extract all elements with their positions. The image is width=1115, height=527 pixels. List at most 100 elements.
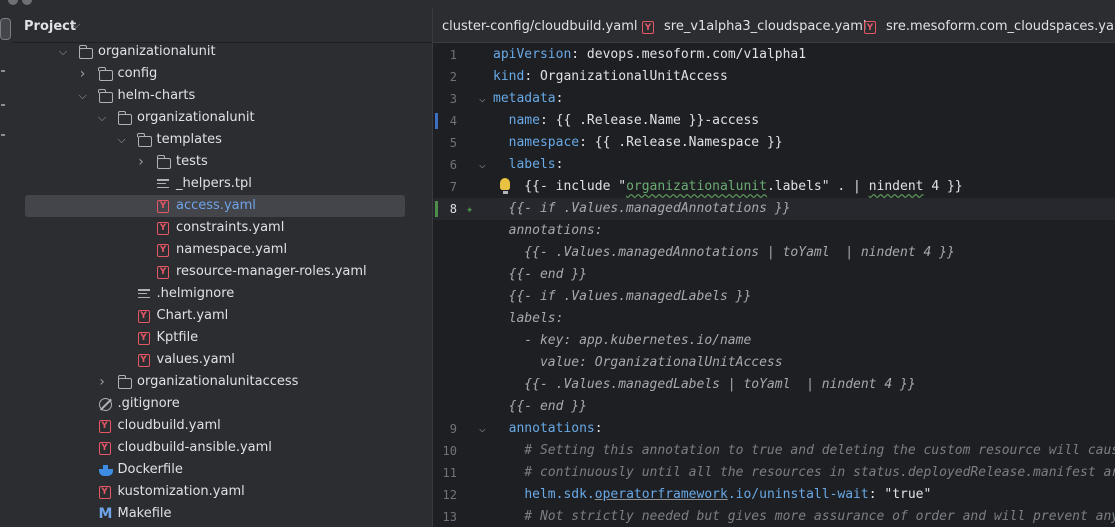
code-line[interactable]: 4 name: {{ .Release.Name }}-access xyxy=(433,110,1115,132)
line-number: 12 xyxy=(442,488,457,502)
code-line[interactable]: 2 kind: OrganizationalUnitAccess xyxy=(433,66,1115,88)
code-line[interactable]: ✦ 8 {{- if .Values.managedAnnotations }} xyxy=(433,198,1115,220)
code-line[interactable]: - key: app.kubernetes.io/name xyxy=(433,330,1115,352)
line-number: 4 xyxy=(449,114,457,128)
tree-item-label: organizationalunit xyxy=(137,110,255,125)
tree-item-label: Chart.yaml xyxy=(156,308,229,323)
chevron-down-icon[interactable]: ⌵ xyxy=(116,129,128,151)
editor-area: cluster-config/cloudbuild.yaml sre_v1alph… xyxy=(432,8,1115,527)
tree-folder-row[interactable]: › config xyxy=(12,63,432,85)
line-number: 8 xyxy=(449,202,457,216)
code-text: annotations: xyxy=(508,421,603,436)
project-tool-button[interactable] xyxy=(0,18,11,40)
code-text: kind: OrganizationalUnitAccess xyxy=(493,69,728,84)
code-line[interactable]: 1 apiVersion: devops.mesoform.com/v1alpha… xyxy=(433,44,1115,66)
folder-icon xyxy=(98,67,113,81)
chevron-right-icon[interactable]: › xyxy=(77,63,89,85)
code-line[interactable]: {{- end }} xyxy=(433,264,1115,286)
chevron-right-icon[interactable]: › xyxy=(96,371,108,393)
code-line[interactable]: 5 namespace: {{ .Release.Namespace }} xyxy=(433,132,1115,154)
tree-file-row[interactable]: namespace.yaml xyxy=(12,239,432,261)
tree-file-row[interactable]: _helpers.tpl xyxy=(12,173,432,195)
tree-file-row[interactable]: constraints.yaml xyxy=(12,217,432,239)
project-panel-title[interactable]: Project xyxy=(24,19,76,34)
folder-icon xyxy=(117,375,132,389)
tree-item-label: access.yaml xyxy=(176,198,256,213)
yaml-file-icon xyxy=(137,306,150,326)
code-line[interactable]: 11 # continuously until all the resource… xyxy=(433,462,1115,484)
tree-file-row[interactable]: Kptfile xyxy=(12,327,432,349)
tree-item-label: values.yaml xyxy=(156,352,235,367)
line-number: 2 xyxy=(449,70,457,84)
editor-tab-bar: cluster-config/cloudbuild.yaml sre_v1alph… xyxy=(433,8,1115,43)
tree-folder-row[interactable]: ⌵ organizationalunit xyxy=(12,107,432,129)
code-text: value: OrganizationalUnitAccess xyxy=(493,355,783,370)
code-text: apiVersion: devops.mesoform.com/v1alpha1 xyxy=(493,47,807,62)
tree-file-row[interactable]: resource-manager-roles.yaml xyxy=(12,261,432,283)
code-line[interactable]: {{- end }} xyxy=(433,396,1115,418)
tree-item-label: organizationalunitaccess xyxy=(137,374,299,389)
tree-file-row[interactable]: access.yaml xyxy=(12,195,432,217)
code-line[interactable]: value: OrganizationalUnitAccess xyxy=(433,352,1115,374)
code-line[interactable]: 10 # Setting this annotation to true and… xyxy=(433,440,1115,462)
fold-chevron-icon[interactable]: ⌵ xyxy=(479,418,486,440)
line-number: 9 xyxy=(449,422,457,436)
window-close-dot[interactable] xyxy=(8,0,18,5)
chevron-down-icon[interactable]: ⌵ xyxy=(96,107,108,129)
tree-file-row[interactable]: M Makefile xyxy=(12,503,432,525)
line-number: 1 xyxy=(449,48,457,62)
tree-item-label: .helmignore xyxy=(156,286,235,301)
code-text: {{- .Values.managedLabels | toYaml | nin… xyxy=(493,377,916,392)
tree-item-label: config xyxy=(117,66,158,81)
code-line[interactable]: annotations: xyxy=(433,220,1115,242)
code-line[interactable]: {{- if .Values.managedLabels }} xyxy=(433,286,1115,308)
tree-item-label: helm-charts xyxy=(117,88,196,103)
code-line[interactable]: 12 helm.sdk.operatorframework.io/uninsta… xyxy=(433,484,1115,506)
tree-file-row[interactable]: .gitignore xyxy=(12,393,432,415)
tree-file-row[interactable]: Dockerfile xyxy=(12,459,432,481)
code-line[interactable]: 3 ⌵ metadata: xyxy=(433,88,1115,110)
yaml-file-icon xyxy=(642,18,654,38)
code-text: annotations: xyxy=(493,223,603,238)
line-number: 5 xyxy=(449,136,457,150)
code-text: {{- end }} xyxy=(493,399,587,414)
tree-file-row[interactable]: kustomization.yaml xyxy=(12,481,432,503)
fold-chevron-icon[interactable]: ⌵ xyxy=(479,154,486,176)
yaml-file-icon xyxy=(98,416,111,436)
tree-folder-row[interactable]: ⌵ helm-charts xyxy=(12,85,432,107)
tree-folder-row[interactable]: ⌵ templates xyxy=(12,129,432,151)
tree-file-row[interactable]: Chart.yaml xyxy=(12,305,432,327)
fold-chevron-icon[interactable]: ⌵ xyxy=(479,88,486,110)
code-line[interactable]: {{- .Values.managedLabels | toYaml | nin… xyxy=(433,374,1115,396)
code-line[interactable]: labels: xyxy=(433,308,1115,330)
code-line[interactable]: 7 {{- include "organizationalunit.labels… xyxy=(433,176,1115,198)
code-text: {{- include "organizationalunit.labels" … xyxy=(493,179,963,194)
tree-folder-row[interactable]: › tests xyxy=(12,151,432,173)
tab-label: cluster-config/cloudbuild.yaml xyxy=(442,19,638,34)
tree-item-label: organizationalunit xyxy=(98,44,216,59)
line-number: 7 xyxy=(449,180,457,194)
tree-file-row[interactable]: values.yaml xyxy=(12,349,432,371)
chevron-down-icon[interactable]: ⌵ xyxy=(57,41,69,63)
tab-label: sre_v1alpha3_cloudspace.yaml xyxy=(664,19,867,34)
tab-label: sre.mesoform.com_cloudspaces.yaml xyxy=(886,19,1115,34)
window-minimize-dot[interactable] xyxy=(22,0,32,5)
chevron-down-icon[interactable]: ⌵ xyxy=(77,85,89,107)
tree-folder-row[interactable]: › organizationalunitaccess xyxy=(12,371,432,393)
tree-file-row[interactable]: cloudbuild.yaml xyxy=(12,415,432,437)
chevron-down-icon[interactable]: ⌵ xyxy=(72,18,80,32)
code-line[interactable]: {{- .Values.managedAnnotations | toYaml … xyxy=(433,242,1115,264)
tree-item-label: cloudbuild-ansible.yaml xyxy=(117,440,272,455)
code-line[interactable]: 9 ⌵ annotations: xyxy=(433,418,1115,440)
folder-icon xyxy=(98,89,113,103)
yaml-file-icon xyxy=(98,482,111,502)
tree-file-row[interactable]: .helmignore xyxy=(12,283,432,305)
yaml-file-icon xyxy=(137,350,150,370)
chevron-right-icon[interactable]: › xyxy=(135,151,147,173)
tree-folder-row[interactable]: ⌵ organizationalunit xyxy=(12,41,432,63)
tree-file-row[interactable]: cloudbuild-ansible.yaml xyxy=(12,437,432,459)
code-line[interactable]: 13 # Not strictly needed but gives more … xyxy=(433,506,1115,527)
code-line[interactable]: 6 ⌵ labels: xyxy=(433,154,1115,176)
tool-strip-marker xyxy=(1,104,5,106)
line-number: 13 xyxy=(442,510,457,524)
